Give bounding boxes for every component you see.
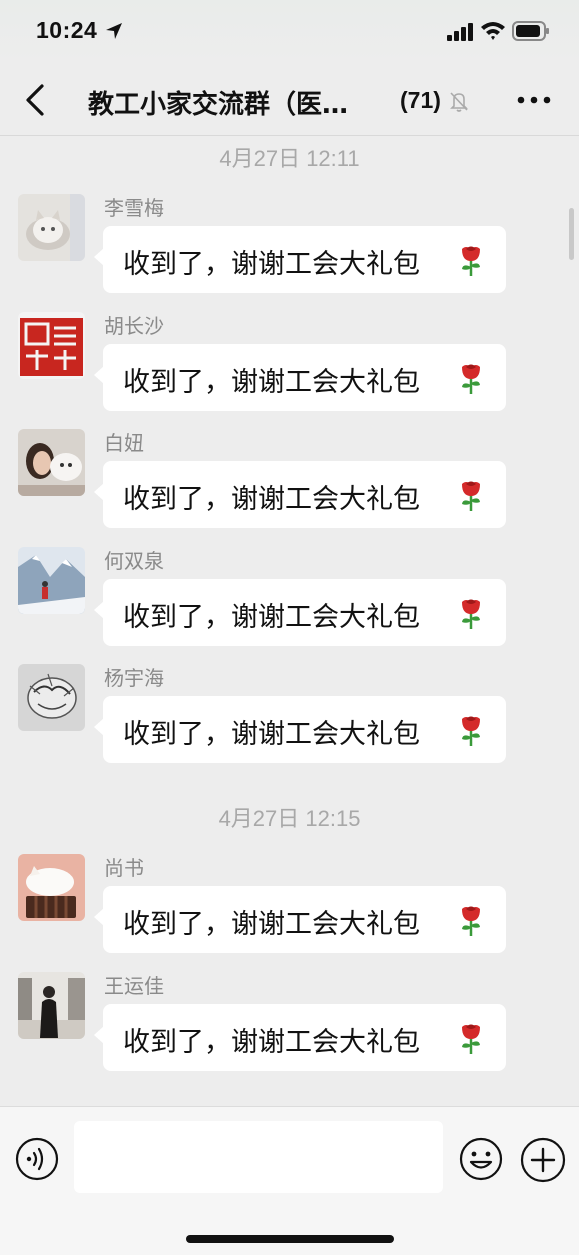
rose-icon: [462, 481, 480, 511]
message-row: 白妞 收到了，谢谢工会大礼包: [0, 427, 579, 537]
message-text: 收到了，谢谢工会大礼包: [123, 484, 420, 515]
scrollbar[interactable]: [569, 208, 574, 260]
avatar[interactable]: [18, 194, 85, 261]
avatar[interactable]: [18, 854, 85, 921]
emoji-face-icon[interactable]: [459, 1137, 503, 1181]
sender-name: 王运佳: [104, 974, 164, 998]
avatar[interactable]: [18, 429, 85, 496]
status-bar: 10:24: [0, 0, 579, 62]
timestamp: 4月27日 12:11: [219, 146, 360, 171]
sender-name: 李雪梅: [104, 196, 164, 220]
message-bubble[interactable]: 收到了，谢谢工会大礼包: [94, 579, 506, 646]
message-bubble[interactable]: 收到了，谢谢工会大礼包: [94, 461, 506, 528]
message-text: 收到了，谢谢工会大礼包: [123, 249, 420, 280]
message-text: 收到了，谢谢工会大礼包: [123, 367, 420, 398]
chat-header: 教工小家交流群（医… (71): [0, 62, 579, 136]
message-row: 何双泉 收到了，谢谢工会大礼包: [0, 545, 579, 655]
chat-title: 教工小家交流群（医…: [88, 90, 349, 120]
message-input[interactable]: [74, 1121, 443, 1193]
rose-icon: [462, 716, 480, 746]
message-bubble[interactable]: 收到了，谢谢工会大礼包: [94, 1004, 506, 1071]
wifi-icon: [481, 22, 505, 40]
message-text: 收到了，谢谢工会大礼包: [123, 719, 420, 750]
message-row: 尚书 收到了，谢谢工会大礼包: [0, 852, 579, 962]
message-row: 杨宇海 收到了，谢谢工会大礼包: [0, 662, 579, 772]
message-text: 收到了，谢谢工会大礼包: [123, 602, 420, 633]
rose-icon: [462, 364, 480, 394]
sender-name: 尚书: [104, 856, 144, 880]
avatar[interactable]: [18, 972, 85, 1039]
rose-icon: [462, 1024, 480, 1054]
avatar[interactable]: [18, 664, 85, 731]
plus-icon[interactable]: [520, 1137, 566, 1183]
input-bar: [0, 1106, 579, 1255]
more-dots-icon[interactable]: [514, 89, 554, 111]
member-count: (71): [400, 87, 441, 113]
avatar[interactable]: [18, 312, 85, 379]
rose-icon: [462, 599, 480, 629]
sender-name: 胡长沙: [104, 314, 164, 338]
message-bubble[interactable]: 收到了，谢谢工会大礼包: [94, 696, 506, 763]
cellular-signal-icon: [447, 23, 473, 41]
message-bubble[interactable]: 收到了，谢谢工会大礼包: [94, 886, 506, 953]
rose-icon: [462, 906, 480, 936]
voice-icon[interactable]: [15, 1137, 59, 1181]
status-time: 10:24: [36, 17, 98, 43]
avatar[interactable]: [18, 547, 85, 614]
sender-name: 杨宇海: [104, 666, 164, 690]
message-bubble[interactable]: 收到了，谢谢工会大礼包: [94, 344, 506, 411]
back-chevron-icon[interactable]: [20, 82, 50, 118]
message-text: 收到了，谢谢工会大礼包: [123, 1027, 420, 1058]
mute-bell-icon: [450, 92, 468, 112]
message-row: 李雪梅 收到了，谢谢工会大礼包: [0, 192, 579, 302]
message-text: 收到了，谢谢工会大礼包: [123, 909, 420, 940]
sender-name: 何双泉: [104, 549, 164, 573]
message-row: 王运佳 收到了，谢谢工会大礼包: [0, 970, 579, 1080]
message-bubble[interactable]: 收到了，谢谢工会大礼包: [94, 226, 506, 293]
home-indicator: [186, 1235, 394, 1243]
sender-name: 白妞: [104, 431, 144, 455]
location-arrow-icon: [106, 23, 122, 39]
battery-icon: [512, 21, 549, 41]
rose-icon: [462, 246, 480, 276]
message-row: 胡长沙 收到了，谢谢工会大礼包: [0, 310, 579, 420]
timestamp: 4月27日 12:15: [218, 806, 361, 831]
